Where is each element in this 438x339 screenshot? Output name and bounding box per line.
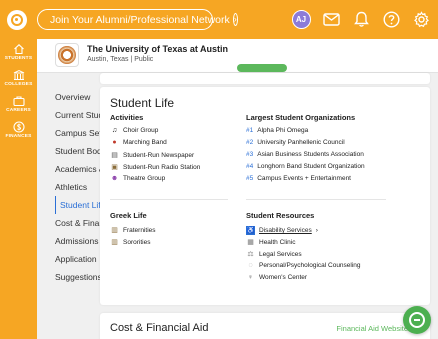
chat-button[interactable] [403, 306, 431, 334]
previous-section-button[interactable] [237, 64, 287, 72]
nav-item-academics[interactable]: Academics & [55, 160, 100, 178]
briefcase-icon [12, 96, 25, 107]
list-item: #1 Alpha Phi Omega [246, 127, 309, 134]
nav-item-cost[interactable]: Cost & Financ [55, 214, 100, 232]
list-item: ▤ Student-Run Newspaper [111, 151, 195, 160]
list-item: #5 Campus Events + Entertainment [246, 175, 351, 182]
resources-heading: Student Resources [246, 211, 315, 220]
nav-item-suggestions[interactable]: Suggestions [55, 268, 100, 286]
dollar-icon [12, 121, 25, 133]
activities-heading: Activities [110, 113, 144, 122]
nav-item-overview[interactable]: Overview [55, 88, 100, 106]
rail-item-students[interactable]: STUDENTS [0, 43, 37, 69]
list-item: ⚖ Legal Services [247, 250, 302, 259]
scales-icon: ⚖ [247, 251, 254, 258]
network-link-label: Join Your Alumni/Professional Network [50, 13, 230, 26]
chevron-right-icon: › [315, 227, 318, 234]
financial-aid-website-link[interactable]: Financial Aid Website [336, 324, 408, 333]
school-subtitle: Austin, Texas | Public [87, 56, 154, 63]
list-item: ☻ Theatre Group [110, 175, 166, 182]
nav-item-current-students[interactable]: Current Stude [55, 106, 100, 124]
avatar-button[interactable]: AJ [290, 8, 312, 30]
cost-financial-aid-card: Cost & Financial Aid Financial Aid Websi… [100, 313, 430, 339]
list-item: ♫ Choir Group [111, 127, 159, 134]
greek-life-heading: Greek Life [110, 211, 147, 220]
list-item: ▦ Health Clinic [247, 238, 296, 247]
bell-icon[interactable] [350, 8, 372, 30]
nav-item-campus-setting[interactable]: Campus Setti [55, 124, 100, 142]
college-icon [13, 69, 24, 80]
network-link[interactable]: Join Your Alumni/Professional Network › [37, 9, 238, 30]
list-item: ◌ Personal/Psychological Counseling [246, 262, 360, 269]
rail-label: STUDENTS [4, 56, 33, 61]
hospital-icon: ▦ [247, 239, 254, 246]
list-item: #4 Longhorn Band Student Organization [246, 163, 365, 170]
chat-icon [409, 312, 425, 328]
mail-icon[interactable] [320, 8, 342, 30]
school-seal-icon [55, 43, 79, 67]
accessibility-icon: ♿ [246, 226, 255, 235]
disability-services-link[interactable]: ♿ Disability Services › [246, 226, 318, 235]
theatre-masks-icon: ☻ [110, 175, 119, 182]
chevron-right-icon: › [232, 13, 238, 26]
top-bar: Join Your Alumni/Professional Network › … [0, 0, 438, 39]
rail-item-finances[interactable]: FINANCES [0, 121, 37, 147]
list-item: ▥ Sororities [111, 238, 151, 247]
speech-bubble-icon: ◌ [248, 262, 253, 269]
rail-label: CAREERS [6, 108, 31, 113]
divider [110, 199, 228, 200]
radio-icon: ▣ [111, 164, 118, 171]
nav-item-student-life[interactable]: Student Life [55, 196, 100, 214]
greek-house-icon: ▥ [111, 227, 118, 234]
female-symbol-icon: ♀ [247, 274, 254, 281]
school-name: The University of Texas at Austin [87, 44, 229, 54]
list-item: #3 Asian Business Students Association [246, 151, 364, 158]
student-life-card: Student Life Activities ♫ Choir Group ● Ma… [100, 87, 430, 305]
divider [246, 199, 386, 200]
section-nav: Overview Current Stude Campus Setti Stud… [55, 88, 100, 286]
list-item: ♀ Women's Center [247, 274, 308, 281]
list-item: #2 University Panhellenic Council [246, 139, 345, 146]
list-item: ▥ Fraternities [111, 226, 156, 235]
previous-section-card [100, 73, 430, 84]
left-rail: STUDENTS COLLEGES CAREERS FINANCES [0, 39, 37, 339]
nav-item-admissions[interactable]: Admissions [55, 232, 100, 250]
music-note-icon: ♫ [111, 127, 118, 134]
list-item: ▣ Student-Run Radio Station [111, 163, 201, 172]
nav-item-student-body[interactable]: Student Body [55, 142, 100, 160]
rail-item-colleges[interactable]: COLLEGES [0, 69, 37, 95]
nav-item-athletics[interactable]: Athletics [55, 178, 100, 196]
avatar: AJ [291, 9, 311, 29]
rail-item-careers[interactable]: CAREERS [0, 95, 37, 121]
nav-item-application[interactable]: Application [55, 250, 100, 268]
organizations-heading: Largest Student Organizations [246, 113, 356, 122]
section-title: Student Life [110, 96, 175, 110]
rail-label: FINANCES [5, 134, 32, 139]
list-item: ● Marching Band [110, 139, 166, 146]
home-icon [13, 44, 24, 55]
greek-house-icon: ▥ [111, 239, 118, 246]
help-icon[interactable] [380, 8, 402, 30]
app-logo[interactable] [7, 9, 27, 30]
settings-icon[interactable] [410, 8, 432, 30]
newspaper-icon: ▤ [111, 152, 118, 159]
section-title: Cost & Financial Aid [110, 322, 209, 334]
rail-label: COLLEGES [4, 82, 33, 87]
drum-icon: ● [112, 139, 117, 146]
